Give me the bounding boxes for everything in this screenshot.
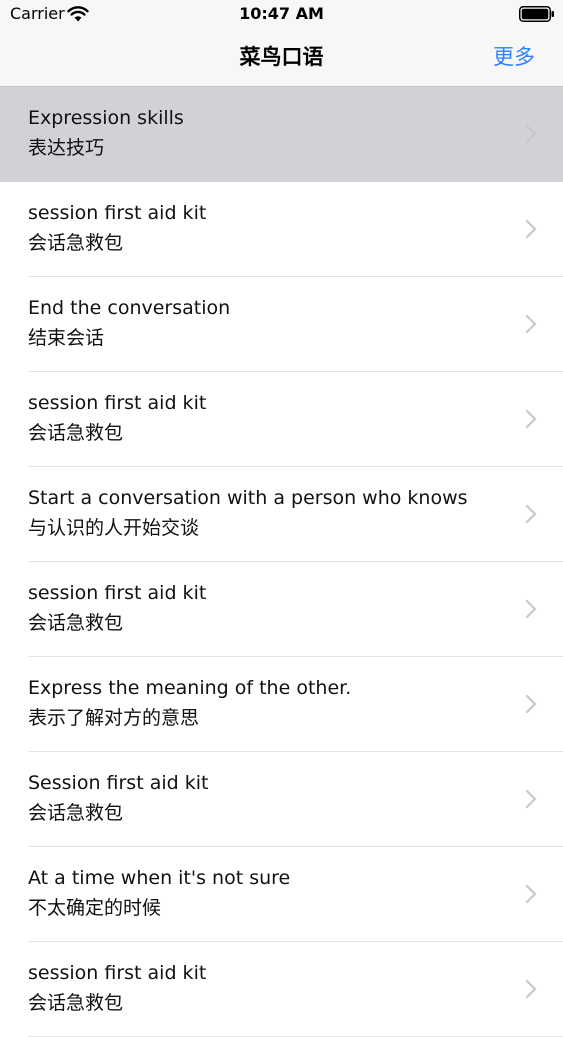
list-item-subtitle: 会话急救包	[28, 992, 124, 1014]
list-item[interactable]: End the conversation 结束会话	[0, 277, 563, 372]
battery-icon	[519, 6, 554, 22]
list-item-subtitle: 结束会话	[28, 327, 105, 349]
list-item[interactable]: Expression skills 表达技巧	[0, 87, 563, 182]
chevron-right-icon	[525, 504, 537, 524]
list-item[interactable]: Start a conversation with a person who k…	[0, 467, 563, 562]
list-item-subtitle: 不太确定的时候	[28, 897, 162, 919]
list-item-title: At a time when it's not sure	[28, 867, 291, 889]
list-item-title: Start a conversation with a person who k…	[28, 487, 468, 509]
chevron-right-icon	[525, 409, 537, 429]
chevron-right-icon	[525, 599, 537, 619]
navigation-bar: 菜鸟口语 更多	[0, 30, 563, 87]
status-bar: Carrier 10:47 AM	[0, 0, 563, 30]
chevron-right-icon	[525, 789, 537, 809]
list-item-title: End the conversation	[28, 297, 231, 319]
list-item-subtitle: 会话急救包	[28, 232, 124, 254]
chevron-right-icon	[525, 694, 537, 714]
phrase-list: Expression skills 表达技巧 session first aid…	[0, 87, 563, 1037]
chevron-right-icon	[525, 314, 537, 334]
chevron-right-icon	[525, 219, 537, 239]
list-item[interactable]: Session first aid kit 会话急救包	[0, 752, 563, 847]
list-item-title: Express the meaning of the other.	[28, 677, 352, 699]
list-item-title: session first aid kit	[28, 392, 207, 414]
list-item[interactable]: session first aid kit 会话急救包	[0, 182, 563, 277]
list-item-title: session first aid kit	[28, 962, 207, 984]
list-item-title: Session first aid kit	[28, 772, 209, 794]
list-item-subtitle: 会话急救包	[28, 802, 124, 824]
list-item-subtitle: 会话急救包	[28, 422, 124, 444]
list-item-subtitle: 会话急救包	[28, 612, 124, 634]
list-item[interactable]: session first aid kit 会话急救包	[0, 562, 563, 657]
list-item-subtitle: 表达技巧	[28, 137, 105, 159]
list-item-title: session first aid kit	[28, 202, 207, 224]
list-item[interactable]: session first aid kit 会话急救包	[0, 942, 563, 1037]
more-button[interactable]: 更多	[493, 43, 535, 71]
chevron-right-icon	[525, 884, 537, 904]
list-item-title: session first aid kit	[28, 582, 207, 604]
page-title: 菜鸟口语	[239, 45, 324, 69]
chevron-right-icon	[525, 124, 537, 144]
list-item[interactable]: Express the meaning of the other. 表示了解对方…	[0, 657, 563, 752]
list-item[interactable]: At a time when it's not sure 不太确定的时候	[0, 847, 563, 942]
list-item-subtitle: 与认识的人开始交谈	[28, 517, 200, 539]
chevron-right-icon	[525, 979, 537, 999]
list-item-title: Expression skills	[28, 107, 184, 129]
list-item-subtitle: 表示了解对方的意思	[28, 707, 200, 729]
list-item[interactable]: session first aid kit 会话急救包	[0, 372, 563, 467]
status-time: 10:47 AM	[239, 4, 324, 23]
